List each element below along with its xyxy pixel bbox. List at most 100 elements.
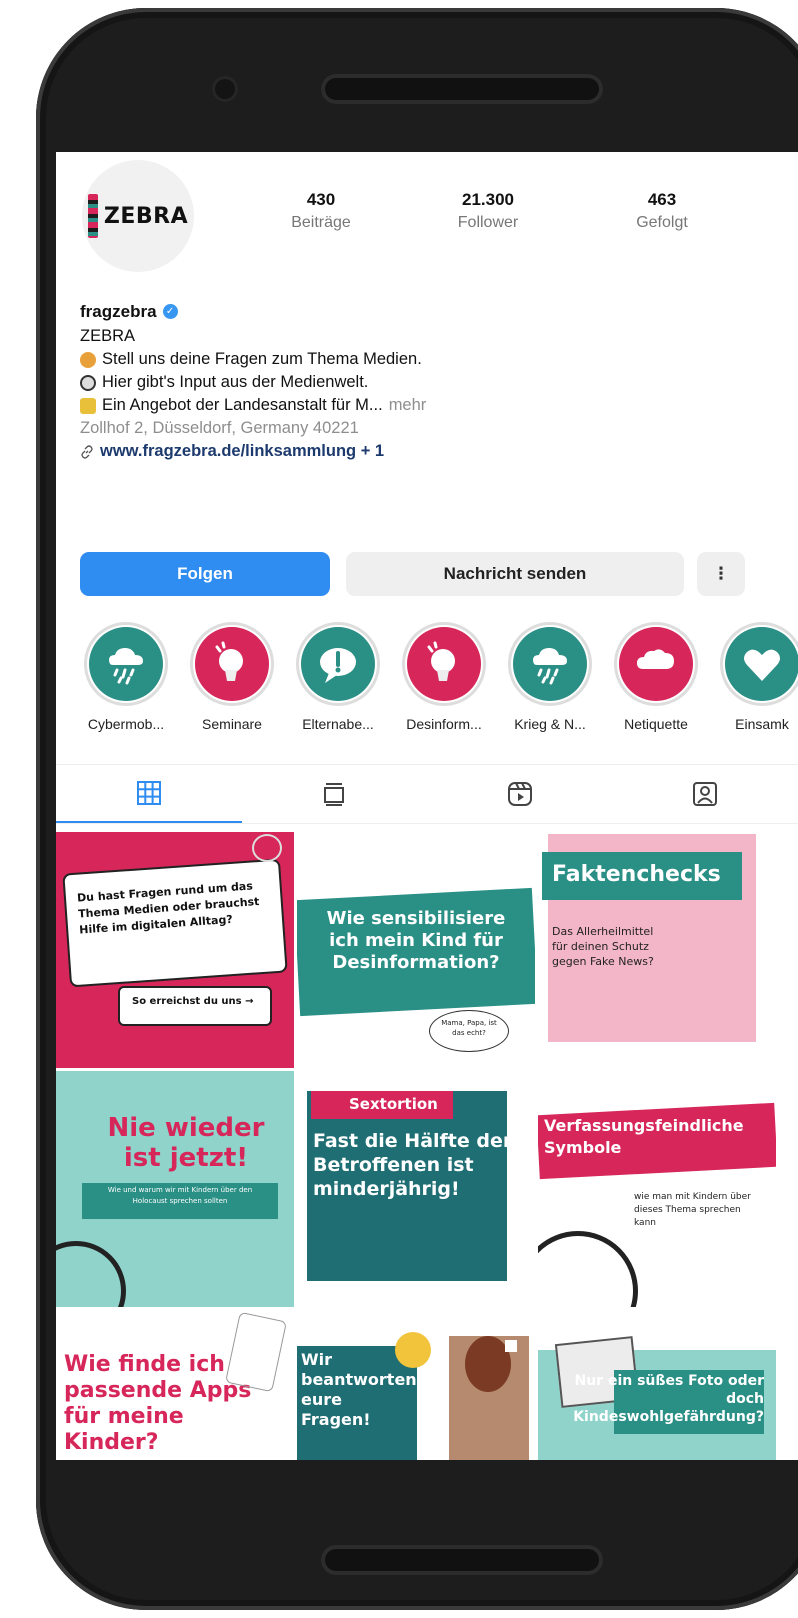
- profile-bio: fragzebra ✓ ZEBRA Stell uns deine Fragen…: [80, 300, 770, 463]
- post-subtitle: Sextortion: [349, 1095, 438, 1113]
- post-subtitle: Mama, Papa, ist das echt?: [441, 1019, 497, 1037]
- highlight-item[interactable]: Desinform...: [402, 622, 486, 732]
- raised-hand-emoji-icon: [80, 351, 96, 368]
- post-title: Verfassungsfeindliche Symbole: [544, 1116, 744, 1157]
- post-subtitle: Wie und warum wir mit Kindern über den H…: [107, 1186, 253, 1205]
- post-tile[interactable]: Du hast Fragen rund um das Thema Medien …: [56, 832, 294, 1068]
- post-tile[interactable]: Nie wieder ist jetzt! Wie und warum wir …: [56, 1071, 294, 1307]
- bio-text: Ein Angebot der Landesanstalt für M...: [102, 396, 383, 414]
- reels-feed-icon: [324, 783, 345, 806]
- highlight-label: Cybermob...: [87, 716, 165, 732]
- post-title: Nur ein süßes Foto oder doch Kindeswohlg…: [573, 1373, 764, 1425]
- bottom-speaker: [321, 1545, 603, 1575]
- username-row: fragzebra ✓: [80, 300, 770, 323]
- cloud-rain-icon: [89, 627, 163, 701]
- avatar-logo-text: ZEBRA: [103, 203, 189, 229]
- instagram-profile-screen: ZEBRA 430 Beiträge 21.300 Follower 463 G…: [56, 152, 798, 1460]
- highlight-item[interactable]: Seminare: [190, 622, 274, 732]
- tab-reels[interactable]: [427, 765, 613, 823]
- front-camera: [212, 76, 238, 102]
- reels-icon: [507, 782, 532, 806]
- bio-line: Ein Angebot der Landesanstalt für M... m…: [80, 394, 770, 417]
- tagged-icon: [693, 782, 718, 806]
- story-highlights: Cybermob... Seminare Elternabe... Desinform…: [84, 622, 798, 732]
- question-mark-icon: [252, 834, 282, 862]
- stat-value: 21.300: [462, 190, 514, 209]
- highlight-label: Einsamk: [735, 716, 789, 732]
- post-title: Wie sensibilisiere ich mein Kind für Des…: [326, 908, 506, 973]
- highlight-item[interactable]: Einsamk: [720, 622, 798, 732]
- profile-link[interactable]: www.fragzebra.de/linksammlung + 1: [80, 440, 770, 463]
- bio-line: Stell uns deine Fragen zum Thema Medien.: [80, 348, 770, 371]
- lightbulb-icon: [407, 627, 481, 701]
- highlight-item[interactable]: Cybermob...: [84, 622, 168, 732]
- cloud-rain-icon: [513, 627, 587, 701]
- post-tile[interactable]: Wie finde ich passende Apps für meine Ki…: [56, 1310, 294, 1460]
- stat-following[interactable]: 463 Gefolgt: [602, 190, 722, 232]
- grid-icon: [136, 781, 161, 805]
- highlight-label: Seminare: [202, 716, 262, 732]
- link-icon: [81, 444, 93, 459]
- stat-value: 463: [647, 190, 677, 209]
- bio-text: Stell uns deine Fragen zum Thema Medien.: [102, 350, 422, 368]
- reel-indicator-icon: [505, 1340, 517, 1352]
- highlight-label: Netiquette: [624, 716, 688, 732]
- location-text[interactable]: Zollhof 2, Düsseldorf, Germany 40221: [80, 417, 770, 440]
- stat-posts[interactable]: 430 Beiträge: [261, 190, 381, 232]
- post-subtitle: wie man mit Kindern über dieses Thema sp…: [634, 1192, 751, 1228]
- verified-badge-icon: ✓: [162, 304, 178, 319]
- thinking-emoji-icon: [395, 1332, 431, 1368]
- post-tile[interactable]: Wir beantworten eure Fragen!: [297, 1310, 535, 1460]
- eyes-emoji-icon: [80, 374, 96, 391]
- highlight-ring: [508, 622, 592, 706]
- spiral-decoration: [538, 1231, 638, 1307]
- tab-grid[interactable]: [56, 765, 242, 823]
- highlight-item[interactable]: Netiquette: [614, 622, 698, 732]
- speaker-grille: [321, 74, 603, 104]
- post-title: Wir beantworten eure Fragen!: [301, 1350, 417, 1429]
- highlight-ring: [84, 622, 168, 706]
- username: fragzebra: [80, 302, 157, 321]
- heart-icon: [725, 627, 798, 701]
- bee-emoji-icon: [80, 397, 96, 414]
- tab-feed[interactable]: [242, 765, 428, 823]
- post-tile[interactable]: Nur ein süßes Foto oder doch Kindeswohlg…: [538, 1310, 776, 1460]
- profile-tabs: [56, 764, 798, 824]
- highlight-item[interactable]: Elternabe...: [296, 622, 380, 732]
- post-subtitle: Das Allerheilmittel für deinen Schutz ge…: [552, 925, 654, 968]
- post-tile[interactable]: Wie sensibilisiere ich mein Kind für Des…: [297, 832, 535, 1068]
- post-subtitle: So erreichst du uns →: [132, 996, 254, 1007]
- bio-line: Hier gibt's Input aus der Medienwelt.: [80, 371, 770, 394]
- more-options-button[interactable]: ⋮: [697, 552, 745, 596]
- zebra-logo-icon: [87, 194, 98, 238]
- follow-button[interactable]: Folgen: [80, 552, 330, 596]
- post-tile[interactable]: Faktenchecks Das Allerheilmittel für dei…: [538, 832, 776, 1068]
- message-button[interactable]: Nachricht senden: [346, 552, 684, 596]
- highlight-ring: [614, 622, 698, 706]
- post-tile[interactable]: Verfassungsfeindliche Symbole wie man mi…: [538, 1071, 776, 1307]
- highlight-item[interactable]: Krieg & N...: [508, 622, 592, 732]
- display-name: ZEBRA: [80, 327, 136, 345]
- profile-link-text: www.fragzebra.de/linksammlung + 1: [100, 442, 385, 460]
- stat-label: Gefolgt: [636, 214, 688, 231]
- highlight-ring: [190, 622, 274, 706]
- bio-text: Hier gibt's Input aus der Medienwelt.: [102, 373, 369, 391]
- profile-avatar[interactable]: ZEBRA: [82, 160, 194, 272]
- post-title: Fast die Hälfte der Betroffenen ist mind…: [313, 1130, 513, 1200]
- highlight-ring: [402, 622, 486, 706]
- highlight-ring: [720, 622, 798, 706]
- stat-followers[interactable]: 21.300 Follower: [428, 190, 548, 232]
- post-title: Faktenchecks: [552, 862, 721, 887]
- more-link[interactable]: mehr: [389, 394, 427, 417]
- highlight-ring: [296, 622, 380, 706]
- speech-cloud-icon: [619, 627, 693, 701]
- highlight-label: Desinform...: [406, 716, 482, 732]
- highlight-label: Krieg & N...: [514, 716, 586, 732]
- post-tile[interactable]: Sextortion Fast die Hälfte der Betroffen…: [297, 1071, 535, 1307]
- lightbulb-icon: [195, 627, 269, 701]
- speech-exclamation-icon: [301, 627, 375, 701]
- post-title: Nie wieder ist jetzt!: [107, 1113, 265, 1173]
- tab-tagged[interactable]: [613, 765, 798, 823]
- stat-label: Beiträge: [291, 214, 351, 231]
- highlight-label: Elternabe...: [302, 716, 374, 732]
